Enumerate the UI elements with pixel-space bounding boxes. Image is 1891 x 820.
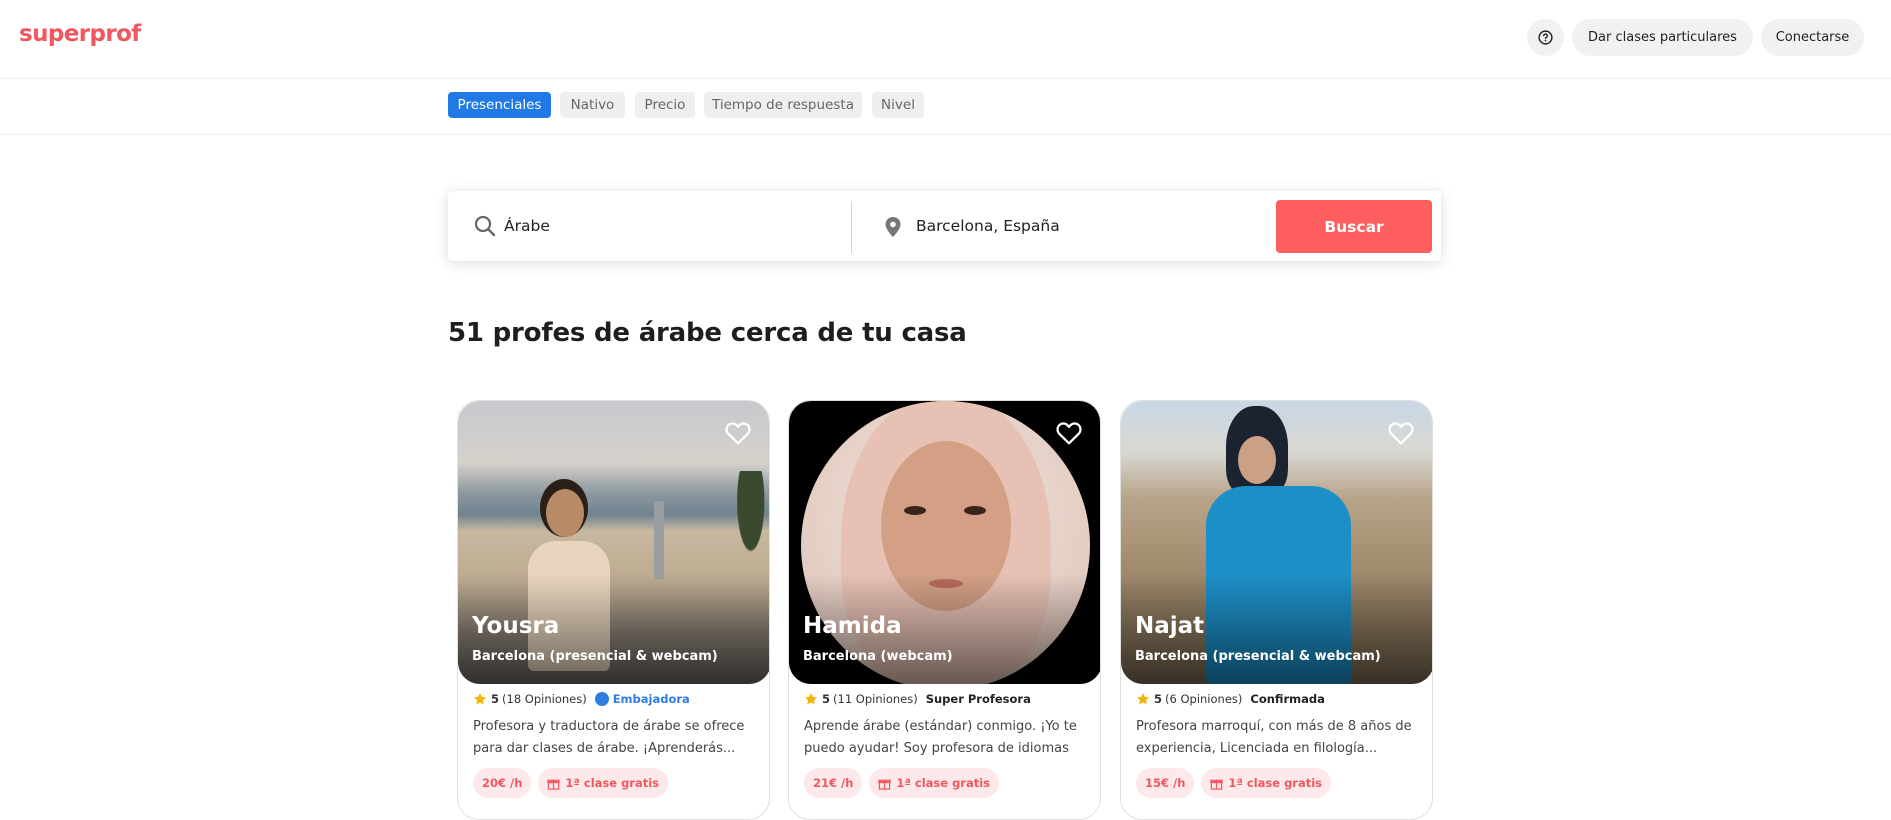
teacher-location: Barcelona (presencial & webcam) [472, 649, 718, 664]
teacher-location: Barcelona (webcam) [803, 649, 953, 664]
subject-input[interactable] [504, 213, 824, 239]
description-line: Aprende árabe (estándar) conmigo. ¡Yo te [804, 719, 1077, 734]
question-circle-icon [1538, 30, 1553, 45]
rating-value: 5 [491, 692, 500, 706]
free-class-label: 1ª clase gratis [896, 776, 991, 790]
filter-chip-tiempo-respuesta[interactable]: Tiempo de respuesta [704, 92, 862, 118]
login-button[interactable]: Conectarse [1761, 19, 1864, 56]
filter-chip-nativo[interactable]: Nativo [560, 92, 625, 118]
description-line: para dar clases de árabe. ¡Aprenderás... [473, 741, 736, 756]
filter-chip-precio[interactable]: Precio [635, 92, 695, 118]
ambassador-badge: Embajadora [594, 692, 690, 706]
reviews-count[interactable]: (18 Opiniones) [502, 692, 587, 706]
gift-icon [547, 779, 561, 790]
search-divider [851, 201, 852, 253]
search-box: Buscar [448, 191, 1441, 261]
search-icon [474, 215, 496, 237]
teacher-name: Hamida [803, 613, 902, 639]
gift-icon [878, 779, 892, 790]
tag-row: 21€ /h 1ª clase gratis [804, 768, 1006, 798]
favorite-heart-icon[interactable] [1056, 421, 1082, 445]
location-input[interactable] [916, 213, 1256, 239]
description-line: experiencia, Licenciada en filología... [1136, 741, 1378, 756]
teacher-card[interactable]: Yousra Barcelona (presencial & webcam) 5… [457, 400, 770, 820]
location-pin-icon [885, 217, 901, 237]
rating-row: 5 (18 Opiniones) Embajadora [473, 692, 690, 706]
star-icon [474, 693, 486, 705]
star-icon [805, 693, 817, 705]
tag-row: 20€ /h 1ª clase gratis [473, 768, 675, 798]
verified-badge: Confirmada [1250, 692, 1325, 706]
teacher-photo: Hamida Barcelona (webcam) [789, 401, 1100, 684]
free-class-label: 1ª clase gratis [1228, 776, 1323, 790]
search-button[interactable]: Buscar [1276, 200, 1432, 253]
teacher-description: Aprende árabe (estándar) conmigo. ¡Yo te… [804, 716, 1089, 760]
reviews-count[interactable]: (11 Opiniones) [833, 692, 918, 706]
ambassador-badge-icon [594, 692, 609, 706]
site-header: superprof Dar clases particulares Conect… [0, 0, 1891, 79]
super-teacher-badge: Super Profesora [925, 692, 1031, 706]
gift-icon [1210, 779, 1224, 790]
price-tag: 21€ /h [804, 768, 863, 798]
teacher-location: Barcelona (presencial & webcam) [1135, 649, 1381, 664]
teacher-description: Profesora marroquí, con más de 8 años de… [1136, 716, 1421, 760]
teacher-name: Yousra [472, 613, 560, 639]
give-classes-button[interactable]: Dar clases particulares [1572, 19, 1753, 56]
palm-tree-shape [726, 471, 769, 591]
teacher-photo: Yousra Barcelona (presencial & webcam) [458, 401, 769, 684]
price-tag: 15€ /h [1136, 768, 1195, 798]
teacher-card[interactable]: Najat Barcelona (presencial & webcam) 5 … [1120, 400, 1433, 820]
favorite-heart-icon[interactable] [725, 421, 751, 445]
superprof-logo[interactable]: superprof [19, 21, 141, 47]
free-class-tag: 1ª clase gratis [538, 768, 669, 798]
price-tag: 20€ /h [473, 768, 532, 798]
favorite-heart-icon[interactable] [1388, 421, 1414, 445]
free-class-label: 1ª clase gratis [565, 776, 660, 790]
teacher-photo: Najat Barcelona (presencial & webcam) [1121, 401, 1432, 684]
rating-row: 5 (11 Opiniones) Super Profesora [804, 692, 1031, 706]
teacher-description: Profesora y traductora de árabe se ofrec… [473, 716, 758, 760]
free-class-tag: 1ª clase gratis [869, 768, 1000, 798]
tower-shape [654, 501, 664, 579]
rating-value: 5 [822, 692, 831, 706]
results-title: 51 profes de árabe cerca de tu casa [448, 318, 967, 348]
filter-chip-presenciales[interactable]: Presenciales [448, 92, 551, 118]
tag-row: 15€ /h 1ª clase gratis [1136, 768, 1338, 798]
description-line: Profesora marroquí, con más de 8 años de [1136, 719, 1412, 734]
rating-value: 5 [1154, 692, 1163, 706]
description-line: Profesora y traductora de árabe se ofrec… [473, 719, 745, 734]
badge-label: Embajadora [612, 692, 690, 706]
reviews-count[interactable]: (6 Opiniones) [1165, 692, 1242, 706]
teacher-card[interactable]: Hamida Barcelona (webcam) 5 (11 Opinione… [788, 400, 1101, 820]
help-button[interactable] [1527, 19, 1564, 56]
teacher-name: Najat [1135, 613, 1205, 639]
description-line: puedo ayudar! Soy profesora de idiomas [804, 741, 1069, 756]
filter-chip-nivel[interactable]: Nivel [872, 92, 924, 118]
free-class-tag: 1ª clase gratis [1201, 768, 1332, 798]
star-icon [1137, 693, 1149, 705]
filter-bar: Presenciales Nativo Precio Tiempo de res… [0, 79, 1891, 135]
rating-row: 5 (6 Opiniones) Confirmada [1136, 692, 1325, 706]
